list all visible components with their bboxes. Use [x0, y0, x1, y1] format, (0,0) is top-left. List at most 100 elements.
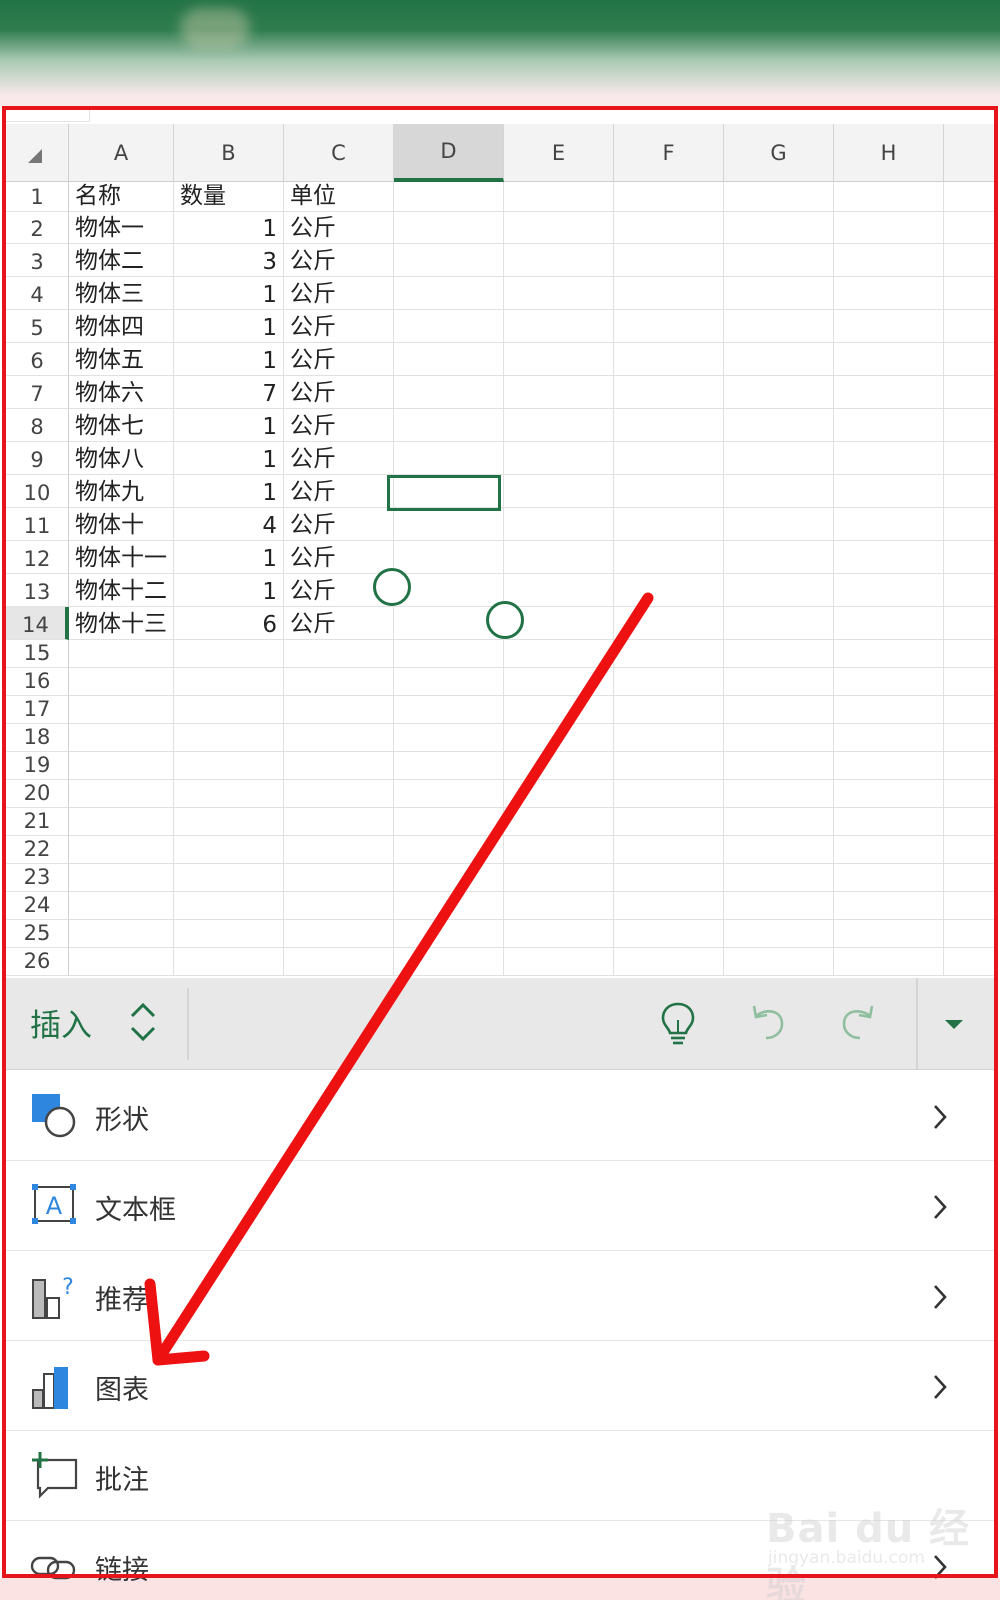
cell-empty[interactable]	[614, 836, 724, 864]
cell-empty[interactable]	[614, 182, 724, 212]
cell-c2[interactable]: 公斤	[284, 212, 394, 244]
menu-item-recommended[interactable]: ? 推荐	[6, 1251, 996, 1341]
dropdown-icon[interactable]	[932, 1000, 976, 1046]
row-header[interactable]: 5	[6, 310, 69, 343]
cell-empty[interactable]	[394, 310, 504, 343]
row-header[interactable]: 19	[6, 752, 69, 780]
cell-empty[interactable]	[724, 640, 834, 668]
row-header[interactable]: 25	[6, 920, 69, 948]
cell-b9[interactable]: 1	[174, 442, 284, 475]
cell-empty[interactable]	[944, 244, 996, 277]
redo-icon[interactable]	[836, 1000, 880, 1046]
cell-empty[interactable]	[69, 808, 174, 836]
row-header[interactable]: 1	[6, 182, 69, 212]
cell-empty[interactable]	[504, 541, 614, 574]
cell-empty[interactable]	[724, 182, 834, 212]
cell-empty[interactable]	[504, 668, 614, 696]
cell-b3[interactable]: 3	[174, 244, 284, 277]
cell-empty[interactable]	[614, 541, 724, 574]
cell-empty[interactable]	[614, 409, 724, 442]
column-header-a[interactable]: A	[69, 124, 174, 182]
cell-empty[interactable]	[614, 475, 724, 508]
cell-empty[interactable]	[504, 892, 614, 920]
cell-empty[interactable]	[944, 836, 996, 864]
cell-empty[interactable]	[724, 780, 834, 808]
row-header[interactable]: 21	[6, 808, 69, 836]
cell-empty[interactable]	[174, 724, 284, 752]
cell-empty[interactable]	[284, 836, 394, 864]
cell-empty[interactable]	[394, 864, 504, 892]
cell-empty[interactable]	[724, 920, 834, 948]
column-header-e[interactable]: E	[504, 124, 614, 182]
cell-empty[interactable]	[834, 836, 944, 864]
cell-empty[interactable]	[944, 668, 996, 696]
cell-empty[interactable]	[614, 696, 724, 724]
cell-empty[interactable]	[394, 343, 504, 376]
cell-c1[interactable]: 单位	[284, 182, 394, 212]
cell-empty[interactable]	[69, 836, 174, 864]
cell-empty[interactable]	[834, 343, 944, 376]
cell-empty[interactable]	[614, 244, 724, 277]
cell-empty[interactable]	[724, 244, 834, 277]
cell-empty[interactable]	[834, 696, 944, 724]
cell-a14[interactable]: 物体十三	[69, 607, 174, 640]
cell-empty[interactable]	[69, 752, 174, 780]
row-header[interactable]: 13	[6, 574, 69, 607]
cell-b6[interactable]: 1	[174, 343, 284, 376]
row-header[interactable]: 23	[6, 864, 69, 892]
row-header[interactable]: 3	[6, 244, 69, 277]
cell-empty[interactable]	[724, 376, 834, 409]
cell-empty[interactable]	[174, 780, 284, 808]
cell-empty[interactable]	[69, 892, 174, 920]
cell-empty[interactable]	[504, 640, 614, 668]
row-header[interactable]: 10	[6, 475, 69, 508]
cell-b13[interactable]: 1	[174, 574, 284, 607]
menu-item-shapes[interactable]: 形状	[6, 1071, 996, 1161]
cell-empty[interactable]	[724, 541, 834, 574]
cell-empty[interactable]	[834, 212, 944, 244]
cell-c8[interactable]: 公斤	[284, 409, 394, 442]
cell-a5[interactable]: 物体四	[69, 310, 174, 343]
lightbulb-icon[interactable]	[656, 1000, 700, 1046]
cell-empty[interactable]	[834, 780, 944, 808]
cell-empty[interactable]	[284, 920, 394, 948]
cell-empty[interactable]	[724, 277, 834, 310]
cell-a11[interactable]: 物体十	[69, 508, 174, 541]
cell-b1[interactable]: 数量	[174, 182, 284, 212]
cell-empty[interactable]	[394, 376, 504, 409]
row-header[interactable]: 6	[6, 343, 69, 376]
cell-a8[interactable]: 物体七	[69, 409, 174, 442]
ribbon-tab-label[interactable]: 插入	[30, 1000, 92, 1045]
cell-b11[interactable]: 4	[174, 508, 284, 541]
cell-empty[interactable]	[834, 409, 944, 442]
cell-empty[interactable]	[614, 892, 724, 920]
cell-empty[interactable]	[284, 948, 394, 976]
cell-empty[interactable]	[834, 892, 944, 920]
cell-empty[interactable]	[614, 780, 724, 808]
cell-empty[interactable]	[834, 864, 944, 892]
cell-empty[interactable]	[174, 892, 284, 920]
cell-empty[interactable]	[69, 640, 174, 668]
cell-c7[interactable]: 公斤	[284, 376, 394, 409]
cell-empty[interactable]	[174, 948, 284, 976]
cell-empty[interactable]	[944, 475, 996, 508]
cell-c6[interactable]: 公斤	[284, 343, 394, 376]
cell-empty[interactable]	[284, 724, 394, 752]
cell-empty[interactable]	[724, 508, 834, 541]
row-header[interactable]: 2	[6, 212, 69, 244]
cell-c3[interactable]: 公斤	[284, 244, 394, 277]
cell-empty[interactable]	[394, 724, 504, 752]
cell-a10[interactable]: 物体九	[69, 475, 174, 508]
cell-empty[interactable]	[504, 920, 614, 948]
cell-empty[interactable]	[834, 574, 944, 607]
cell-empty[interactable]	[504, 508, 614, 541]
cell-empty[interactable]	[834, 244, 944, 277]
cell-empty[interactable]	[944, 343, 996, 376]
cell-a7[interactable]: 物体六	[69, 376, 174, 409]
cell-empty[interactable]	[504, 696, 614, 724]
cell-empty[interactable]	[504, 310, 614, 343]
cell-empty[interactable]	[394, 409, 504, 442]
row-header[interactable]: 11	[6, 508, 69, 541]
cell-a6[interactable]: 物体五	[69, 343, 174, 376]
cell-empty[interactable]	[944, 920, 996, 948]
